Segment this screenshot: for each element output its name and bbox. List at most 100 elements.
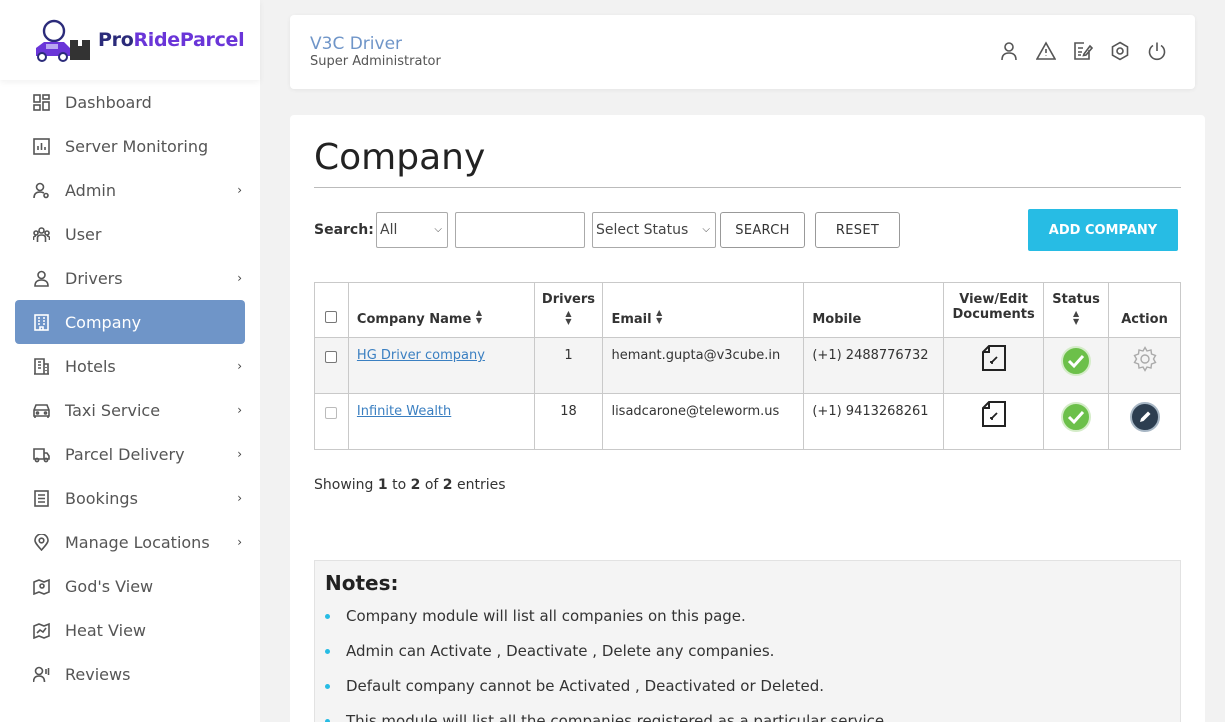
chevron-down-icon: ⌵ (702, 224, 710, 235)
table-row: HG Driver company 1 hemant.gupta@v3cube.… (314, 337, 1181, 394)
sidebar-item-label: Admin (65, 180, 116, 200)
chevron-right-icon: › (237, 183, 242, 197)
header-title: V3C Driver (310, 34, 403, 54)
users-icon (32, 225, 50, 243)
top-header: V3C Driver Super Administrator (290, 15, 1195, 89)
sidebar-item-company[interactable]: Company (15, 300, 245, 344)
sidebar-item-bookings[interactable]: Bookings › (15, 476, 245, 520)
power-icon[interactable] (1147, 41, 1167, 61)
sidebar-item-parcel-delivery[interactable]: Parcel Delivery › (15, 432, 245, 476)
sidebar-nav: Dashboard Server Monitoring Admin › User… (0, 80, 260, 696)
email-cell: hemant.gupta@v3cube.in (602, 337, 805, 394)
showing-total: 2 (442, 477, 453, 493)
chart-icon (32, 137, 50, 155)
showing-suffix: entries (456, 477, 506, 493)
edit-icon[interactable] (1129, 402, 1160, 436)
notes-title: Notes: (325, 571, 399, 595)
sidebar-item-label: Manage Locations (65, 532, 210, 552)
header-subtitle: Super Administrator (310, 54, 441, 69)
sidebar-item-gods-view[interactable]: God's View (15, 564, 245, 608)
sidebar-item-server-monitoring[interactable]: Server Monitoring (15, 124, 245, 168)
sidebar-item-drivers[interactable]: Drivers › (15, 256, 245, 300)
action-cell (1108, 337, 1181, 394)
column-header-label: Company Name (356, 312, 472, 327)
drivers-count-link[interactable]: 18 (533, 393, 604, 450)
sidebar-item-taxi-service[interactable]: Taxi Service › (15, 388, 245, 432)
pagination-info: Showing 1 to 2 of 2 entries (314, 477, 506, 493)
sidebar-item-manage-locations[interactable]: Manage Locations › (15, 520, 245, 564)
building-icon (32, 313, 50, 331)
status-cell (1043, 393, 1110, 450)
row-select-cell (314, 337, 349, 394)
sidebar-item-heat-view[interactable]: Heat View (15, 608, 245, 652)
status-select[interactable]: Select Status ⌵ (592, 212, 716, 248)
row-checkbox[interactable] (325, 407, 338, 419)
column-header-drivers[interactable]: Drivers ▲ ▼ (533, 282, 604, 338)
sidebar-item-label: Drivers (65, 268, 123, 288)
sidebar-item-hotels[interactable]: Hotels › (15, 344, 245, 388)
chevron-right-icon: › (237, 359, 242, 373)
sidebar-item-label: Reviews (65, 664, 131, 684)
showing-to-word: to (392, 477, 407, 493)
review-icon (32, 665, 50, 683)
table-header-row: Company Name ▲ ▼ Drivers ▲ ▼ Email ▲ ▼ Mobil… (314, 282, 1181, 338)
search-input[interactable] (455, 212, 585, 248)
drivers-count-link[interactable]: 1 (533, 337, 604, 394)
document-edit-icon[interactable] (981, 345, 1006, 375)
sort-icon: ▲ ▼ (565, 309, 572, 326)
chevron-right-icon: › (237, 403, 242, 417)
hotel-icon (32, 357, 50, 375)
note-item: Default company cannot be Activated , De… (325, 677, 889, 712)
sidebar-item-dashboard[interactable]: Dashboard (15, 80, 245, 124)
bookings-icon (32, 489, 50, 507)
heatmap-icon (32, 621, 50, 639)
add-company-button[interactable]: ADD COMPANY (1028, 209, 1178, 251)
sidebar-item-label: Heat View (65, 620, 147, 640)
showing-prefix: Showing (314, 477, 374, 493)
search-button[interactable]: SEARCH (720, 212, 805, 248)
table-row: Infinite Wealth 18 lisadcarone@teleworm.… (314, 393, 1181, 450)
company-name-link[interactable]: HG Driver company (357, 348, 485, 363)
title-divider (314, 187, 1181, 188)
dashboard-icon (32, 93, 50, 111)
notes-list: Company module will list all companies o… (325, 607, 889, 722)
chevron-down-icon: ⌵ (434, 224, 442, 235)
chevron-right-icon: › (237, 535, 242, 549)
alert-icon[interactable] (1036, 41, 1056, 61)
sidebar-item-label: Company (65, 312, 142, 332)
sort-icon: ▲ ▼ (656, 308, 663, 325)
note-item: Admin can Activate , Deactivate , Delete… (325, 642, 889, 677)
search-filter-select[interactable]: All ⌵ (376, 212, 448, 248)
column-header-label: Email (611, 312, 652, 327)
column-header-label: Action (1121, 312, 1168, 327)
column-header-action: Action (1108, 282, 1181, 338)
column-header-status[interactable]: Status ▲ ▼ (1043, 282, 1110, 338)
mobile-cell: (+1) 9413268261 (803, 393, 945, 450)
edit-note-icon[interactable] (1073, 41, 1093, 61)
chevron-right-icon: › (237, 271, 242, 285)
showing-to: 2 (410, 477, 421, 493)
status-active-icon[interactable] (1061, 402, 1092, 436)
profile-icon[interactable] (999, 41, 1019, 61)
company-name-link[interactable]: Infinite Wealth (357, 404, 451, 419)
column-header-mobile: Mobile (803, 282, 945, 338)
select-all-checkbox[interactable] (325, 311, 338, 323)
sidebar-item-reviews[interactable]: Reviews (15, 652, 245, 696)
settings-icon[interactable] (1110, 41, 1130, 61)
brand-logo[interactable]: ProRideParcel (0, 0, 260, 80)
search-label: Search: (314, 222, 374, 238)
sidebar-item-user[interactable]: User (15, 212, 245, 256)
row-checkbox[interactable] (325, 351, 338, 363)
status-cell (1043, 337, 1110, 394)
reset-button[interactable]: RESET (815, 212, 900, 248)
column-header-email[interactable]: Email ▲ ▼ (602, 282, 805, 338)
column-header-company[interactable]: Company Name ▲ ▼ (347, 282, 535, 338)
select-all-cell (314, 282, 349, 338)
status-active-icon[interactable] (1061, 346, 1092, 380)
main-content: Company Search: All ⌵ Select Status ⌵ SE… (290, 115, 1205, 722)
sidebar-item-admin[interactable]: Admin › (15, 168, 245, 212)
column-header-label: Mobile (812, 312, 862, 327)
car-icon (32, 401, 50, 419)
gear-icon[interactable] (1132, 346, 1158, 376)
document-edit-icon[interactable] (981, 401, 1006, 431)
